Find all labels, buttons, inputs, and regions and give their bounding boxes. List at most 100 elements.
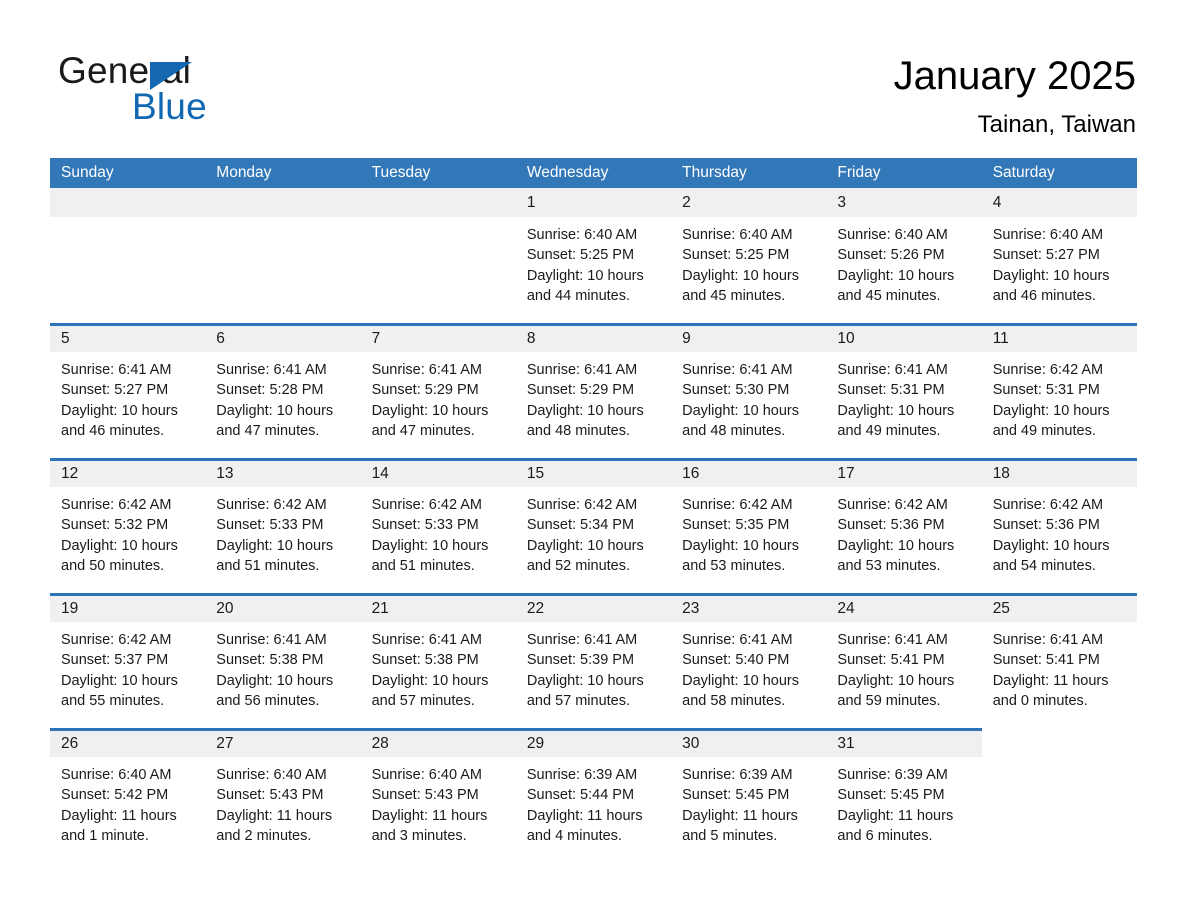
- day-details: Sunrise: 6:40 AM Sunset: 5:42 PM Daylight:…: [50, 757, 205, 846]
- day-cell[interactable]: 16 Sunrise: 6:42 AM Sunset: 5:35 PM Dayligh…: [671, 458, 827, 593]
- day-number: 15: [526, 465, 545, 482]
- day-cell-empty: [50, 188, 206, 323]
- day-detail-line: and 48 minutes.: [682, 422, 786, 439]
- day-cell[interactable]: 22 Sunrise: 6:41 AM Sunset: 5:39 PM Dayligh…: [515, 593, 672, 728]
- day-cell[interactable]: 2 Sunrise: 6:40 AM Sunset: 5:25 PM Daylight…: [671, 188, 827, 323]
- day-cell[interactable]: 9 Sunrise: 6:41 AM Sunset: 5:30 PM Daylight…: [671, 323, 827, 458]
- day-cell[interactable]: 21 Sunrise: 6:41 AM Sunset: 5:38 PM Dayligh…: [360, 593, 516, 728]
- day-detail-line: Sunrise: 6:41 AM: [216, 362, 327, 378]
- page-title: January 2025: [893, 54, 1136, 98]
- day-details: Sunrise: 6:42 AM Sunset: 5:34 PM Daylight:…: [516, 487, 671, 576]
- day-cell[interactable]: 26 Sunrise: 6:40 AM Sunset: 5:42 PM Dayligh…: [50, 728, 206, 863]
- day-details: Sunrise: 6:42 AM Sunset: 5:36 PM Daylight:…: [982, 487, 1137, 576]
- day-cell[interactable]: 4 Sunrise: 6:40 AM Sunset: 5:27 PM Daylight…: [981, 188, 1137, 323]
- day-detail-line: and 57 minutes.: [526, 692, 631, 709]
- day-number: 23: [682, 600, 700, 617]
- day-detail-line: and 45 minutes.: [837, 287, 941, 304]
- day-cell[interactable]: 5 Sunrise: 6:41 AM Sunset: 5:27 PM Daylight…: [50, 323, 206, 458]
- day-details: Sunrise: 6:42 AM Sunset: 5:31 PM Daylight:…: [982, 352, 1137, 441]
- day-number: 20: [216, 600, 234, 617]
- day-number: 9: [682, 330, 691, 347]
- day-detail-line: Sunset: 5:40 PM: [682, 652, 790, 669]
- day-details: Sunrise: 6:39 AM Sunset: 5:44 PM Daylight:…: [516, 757, 671, 846]
- weekday-header-monday: Monday: [216, 164, 272, 181]
- day-cell[interactable]: 15 Sunrise: 6:42 AM Sunset: 5:34 PM Dayligh…: [515, 458, 672, 593]
- day-cell[interactable]: 10 Sunrise: 6:41 AM Sunset: 5:31 PM Dayligh…: [826, 323, 982, 458]
- day-cell[interactable]: 30 Sunrise: 6:39 AM Sunset: 5:45 PM Dayligh…: [671, 728, 827, 863]
- day-detail-line: Sunrise: 6:41 AM: [682, 362, 793, 378]
- day-cell-empty: [981, 728, 1137, 863]
- day-detail-line: and 1 minute.: [61, 827, 149, 844]
- day-cell[interactable]: 27 Sunrise: 6:40 AM Sunset: 5:43 PM Dayligh…: [205, 728, 361, 863]
- day-cell[interactable]: 11 Sunrise: 6:42 AM Sunset: 5:31 PM Dayligh…: [981, 323, 1137, 458]
- day-cell[interactable]: 12 Sunrise: 6:42 AM Sunset: 5:32 PM Dayligh…: [50, 458, 206, 593]
- day-number: 25: [992, 600, 1010, 617]
- day-detail-line: Daylight: 10 hours: [216, 537, 334, 554]
- day-cell[interactable]: 29 Sunrise: 6:39 AM Sunset: 5:44 PM Dayligh…: [515, 728, 672, 863]
- day-detail-line: and 47 minutes.: [371, 422, 475, 439]
- day-cell[interactable]: 24 Sunrise: 6:41 AM Sunset: 5:41 PM Dayligh…: [826, 593, 982, 728]
- day-number-band: 8: [515, 323, 672, 352]
- day-detail-line: and 53 minutes.: [837, 557, 941, 574]
- day-cell[interactable]: 8 Sunrise: 6:41 AM Sunset: 5:29 PM Daylight…: [515, 323, 672, 458]
- day-number-band: 2: [671, 188, 827, 217]
- day-detail-line: Sunrise: 6:40 AM: [682, 227, 793, 243]
- day-detail-line: Daylight: 10 hours: [837, 537, 955, 554]
- day-cell[interactable]: 14 Sunrise: 6:42 AM Sunset: 5:33 PM Dayligh…: [360, 458, 516, 593]
- day-number: 27: [216, 735, 234, 752]
- day-detail-line: Sunset: 5:41 PM: [992, 652, 1100, 669]
- day-detail-line: and 54 minutes.: [992, 557, 1096, 574]
- day-cell[interactable]: 18 Sunrise: 6:42 AM Sunset: 5:36 PM Dayligh…: [981, 458, 1137, 593]
- day-detail-line: and 45 minutes.: [682, 287, 786, 304]
- day-cell[interactable]: 28 Sunrise: 6:40 AM Sunset: 5:43 PM Dayligh…: [360, 728, 516, 863]
- day-cell[interactable]: 23 Sunrise: 6:41 AM Sunset: 5:40 PM Dayligh…: [671, 593, 827, 728]
- day-detail-line: Daylight: 10 hours: [371, 672, 489, 689]
- day-cell[interactable]: 17 Sunrise: 6:42 AM Sunset: 5:36 PM Dayligh…: [826, 458, 982, 593]
- day-number-band: 25: [981, 593, 1137, 622]
- day-number-band: 30: [671, 728, 827, 757]
- day-cell[interactable]: 1 Sunrise: 6:40 AM Sunset: 5:25 PM Daylight…: [515, 188, 672, 323]
- day-detail-line: Sunrise: 6:41 AM: [216, 632, 327, 648]
- day-detail-line: and 47 minutes.: [216, 422, 320, 439]
- day-detail-line: Daylight: 10 hours: [682, 537, 799, 554]
- day-detail-line: Daylight: 10 hours: [526, 537, 644, 554]
- day-cell[interactable]: 3 Sunrise: 6:40 AM Sunset: 5:26 PM Daylight…: [826, 188, 982, 323]
- day-detail-line: Sunrise: 6:41 AM: [682, 632, 793, 648]
- day-detail-line: Daylight: 10 hours: [682, 402, 799, 419]
- day-detail-line: and 49 minutes.: [837, 422, 941, 439]
- day-detail-line: and 2 minutes.: [216, 827, 312, 844]
- day-number-band: 14: [360, 458, 516, 487]
- day-number-band: [50, 188, 206, 217]
- day-detail-line: Daylight: 11 hours: [371, 807, 488, 824]
- day-cell[interactable]: 20 Sunrise: 6:41 AM Sunset: 5:38 PM Dayligh…: [205, 593, 361, 728]
- day-number: 21: [371, 600, 389, 617]
- day-cell[interactable]: 31 Sunrise: 6:39 AM Sunset: 5:45 PM Dayligh…: [826, 728, 982, 863]
- day-detail-line: Sunset: 5:43 PM: [216, 787, 324, 804]
- calendar-page: General Blue January 2025 Tainan, Taiwan…: [0, 0, 1188, 918]
- day-detail-line: Sunrise: 6:41 AM: [837, 362, 948, 378]
- day-cell[interactable]: 19 Sunrise: 6:42 AM Sunset: 5:37 PM Dayligh…: [50, 593, 206, 728]
- day-details: Sunrise: 6:42 AM Sunset: 5:33 PM Daylight:…: [205, 487, 360, 576]
- day-detail-line: Sunset: 5:32 PM: [61, 517, 169, 534]
- day-detail-line: Daylight: 10 hours: [682, 672, 799, 689]
- day-cell[interactable]: 25 Sunrise: 6:41 AM Sunset: 5:41 PM Dayligh…: [981, 593, 1137, 728]
- day-detail-line: Sunset: 5:45 PM: [682, 787, 790, 804]
- day-cell[interactable]: 7 Sunrise: 6:41 AM Sunset: 5:29 PM Daylight…: [360, 323, 516, 458]
- day-number: 22: [526, 600, 545, 617]
- day-number-band: 31: [826, 728, 982, 757]
- day-detail-line: Sunset: 5:31 PM: [837, 382, 945, 399]
- day-detail-line: Sunset: 5:35 PM: [682, 517, 790, 534]
- day-detail-line: Sunrise: 6:40 AM: [216, 767, 327, 783]
- day-detail-line: Daylight: 10 hours: [526, 672, 644, 689]
- day-detail-line: Sunset: 5:30 PM: [682, 382, 790, 399]
- day-number: 6: [216, 330, 225, 347]
- day-number-band: 13: [205, 458, 361, 487]
- day-detail-line: Sunset: 5:45 PM: [837, 787, 945, 804]
- day-cell[interactable]: 13 Sunrise: 6:42 AM Sunset: 5:33 PM Dayligh…: [205, 458, 361, 593]
- day-detail-line: Sunset: 5:25 PM: [526, 247, 635, 264]
- day-detail-line: Sunrise: 6:41 AM: [992, 632, 1104, 648]
- day-cell[interactable]: 6 Sunrise: 6:41 AM Sunset: 5:28 PM Daylight…: [205, 323, 361, 458]
- weekday-header-friday: Friday: [837, 164, 881, 181]
- weekday-header-thursday: Thursday: [682, 164, 747, 181]
- day-number-band: 10: [826, 323, 982, 352]
